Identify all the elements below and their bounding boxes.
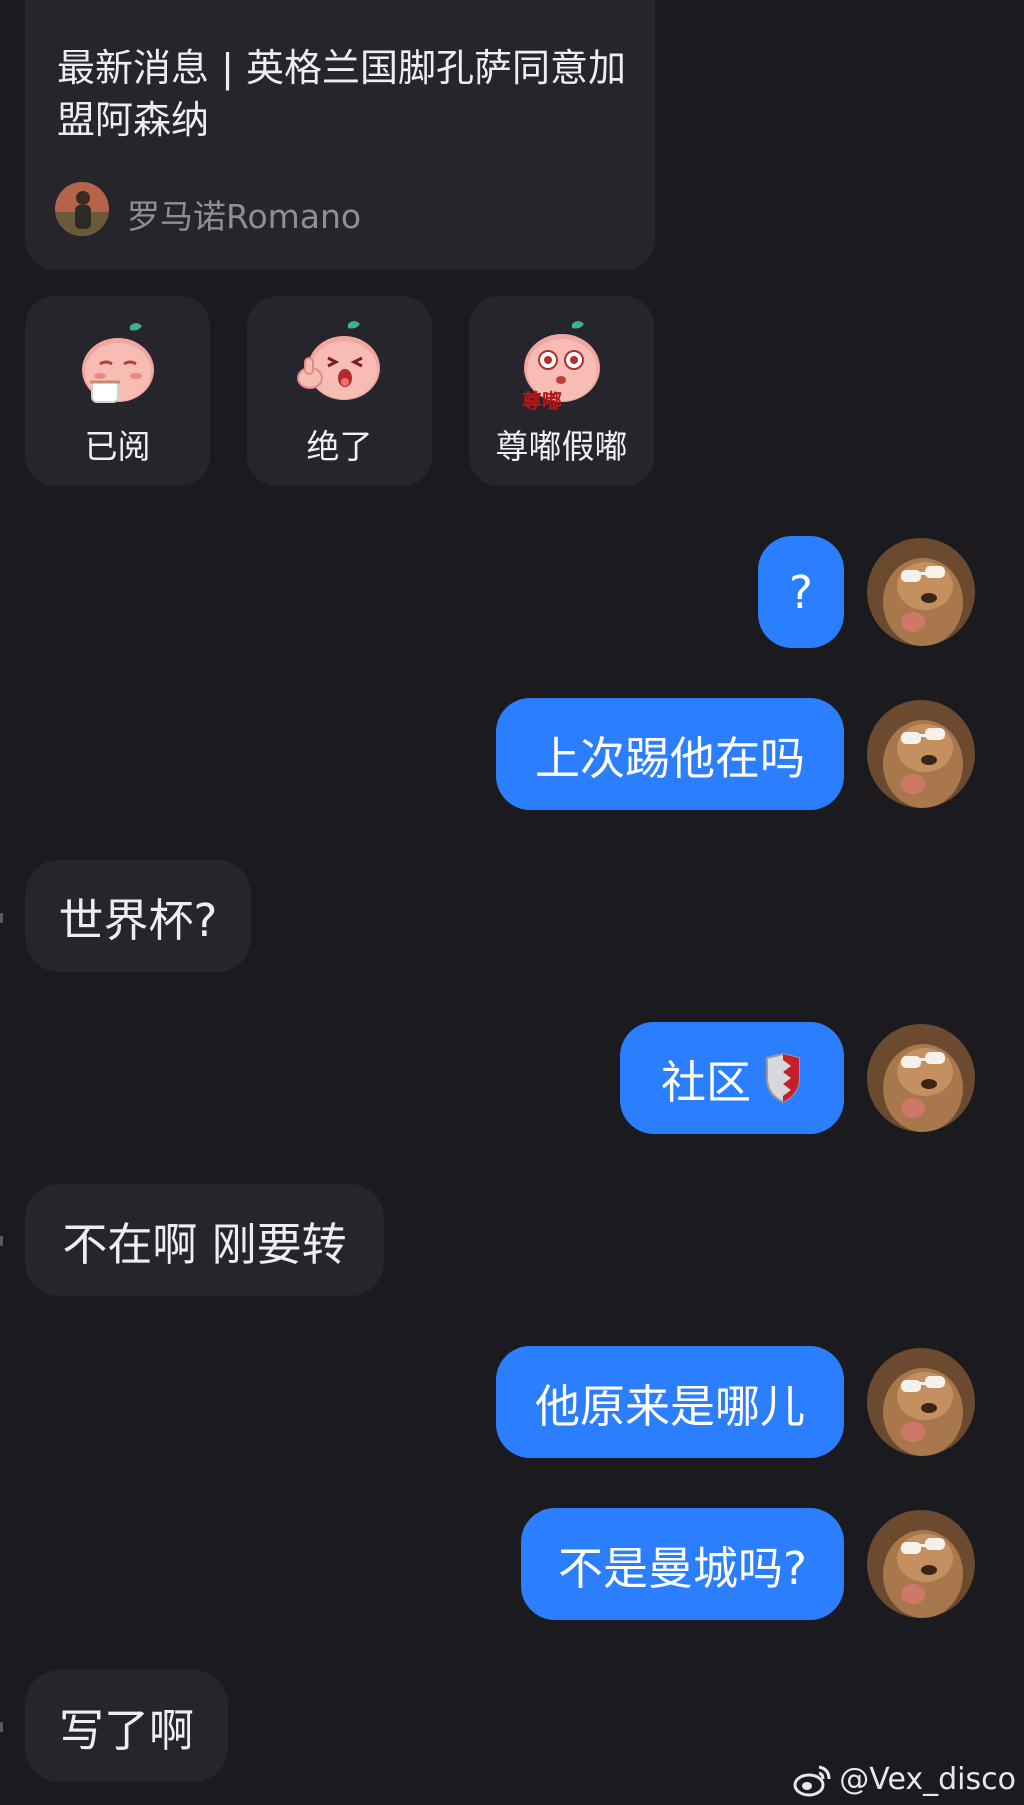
message-text: 社区 [660,1055,751,1109]
incoming-message[interactable]: 不在啊 刚要转 [25,1184,384,1296]
self-avatar[interactable] [867,538,975,646]
edge-marker [0,1722,3,1732]
watermark-text: @Vex_disco [839,1762,1016,1797]
incoming-message[interactable]: 写了啊 [25,1670,228,1782]
edge-marker [0,913,3,923]
news-author: 罗马诺Romano [127,197,362,236]
outgoing-message[interactable]: ? [758,536,844,648]
outgoing-message[interactable]: 社区 [620,1022,844,1134]
author-avatar [55,182,109,236]
watermark: @Vex_disco [793,1762,1016,1797]
shield-badge-icon [763,1052,803,1104]
message-text: 不在啊 刚要转 [62,1217,347,1271]
message-text: 写了啊 [58,1703,194,1757]
news-title: 最新消息 | 英格兰国脚孔萨同意加盟阿森纳 [57,46,626,142]
message-text: 不是曼城吗? [558,1541,807,1595]
self-avatar[interactable] [867,1024,975,1132]
edge-marker [0,1236,3,1246]
outgoing-message[interactable]: 他原来是哪儿 [496,1346,844,1458]
self-avatar[interactable] [867,1348,975,1456]
news-card[interactable]: 最新消息 | 英格兰国脚孔萨同意加盟阿森纳 罗马诺Romano [25,0,655,270]
peach-thumbs-up-icon [292,318,388,414]
peach-shocked-icon: 尊嘟 [514,318,610,414]
weibo-icon [793,1763,833,1797]
sticker-text: 尊嘟 [522,389,562,413]
message-text: 上次踢他在吗 [534,731,805,785]
reaction-awesome[interactable]: 绝了 [247,296,432,486]
peach-drinking-tea-icon [70,318,166,414]
outgoing-message[interactable]: 上次踢他在吗 [496,698,844,810]
reaction-label: 尊嘟假嘟 [495,427,628,466]
reaction-read[interactable]: 已阅 [25,296,210,486]
reaction-label: 绝了 [306,427,373,466]
message-text: 世界杯? [58,893,218,947]
outgoing-message[interactable]: 不是曼城吗? [521,1508,844,1620]
incoming-message[interactable]: 世界杯? [25,860,251,972]
message-text: ? [789,565,813,619]
reaction-really[interactable]: 尊嘟 尊嘟假嘟 [469,296,654,486]
self-avatar[interactable] [867,700,975,808]
message-text: 他原来是哪儿 [534,1379,805,1433]
reaction-label: 已阅 [84,427,151,466]
self-avatar[interactable] [867,1510,975,1618]
